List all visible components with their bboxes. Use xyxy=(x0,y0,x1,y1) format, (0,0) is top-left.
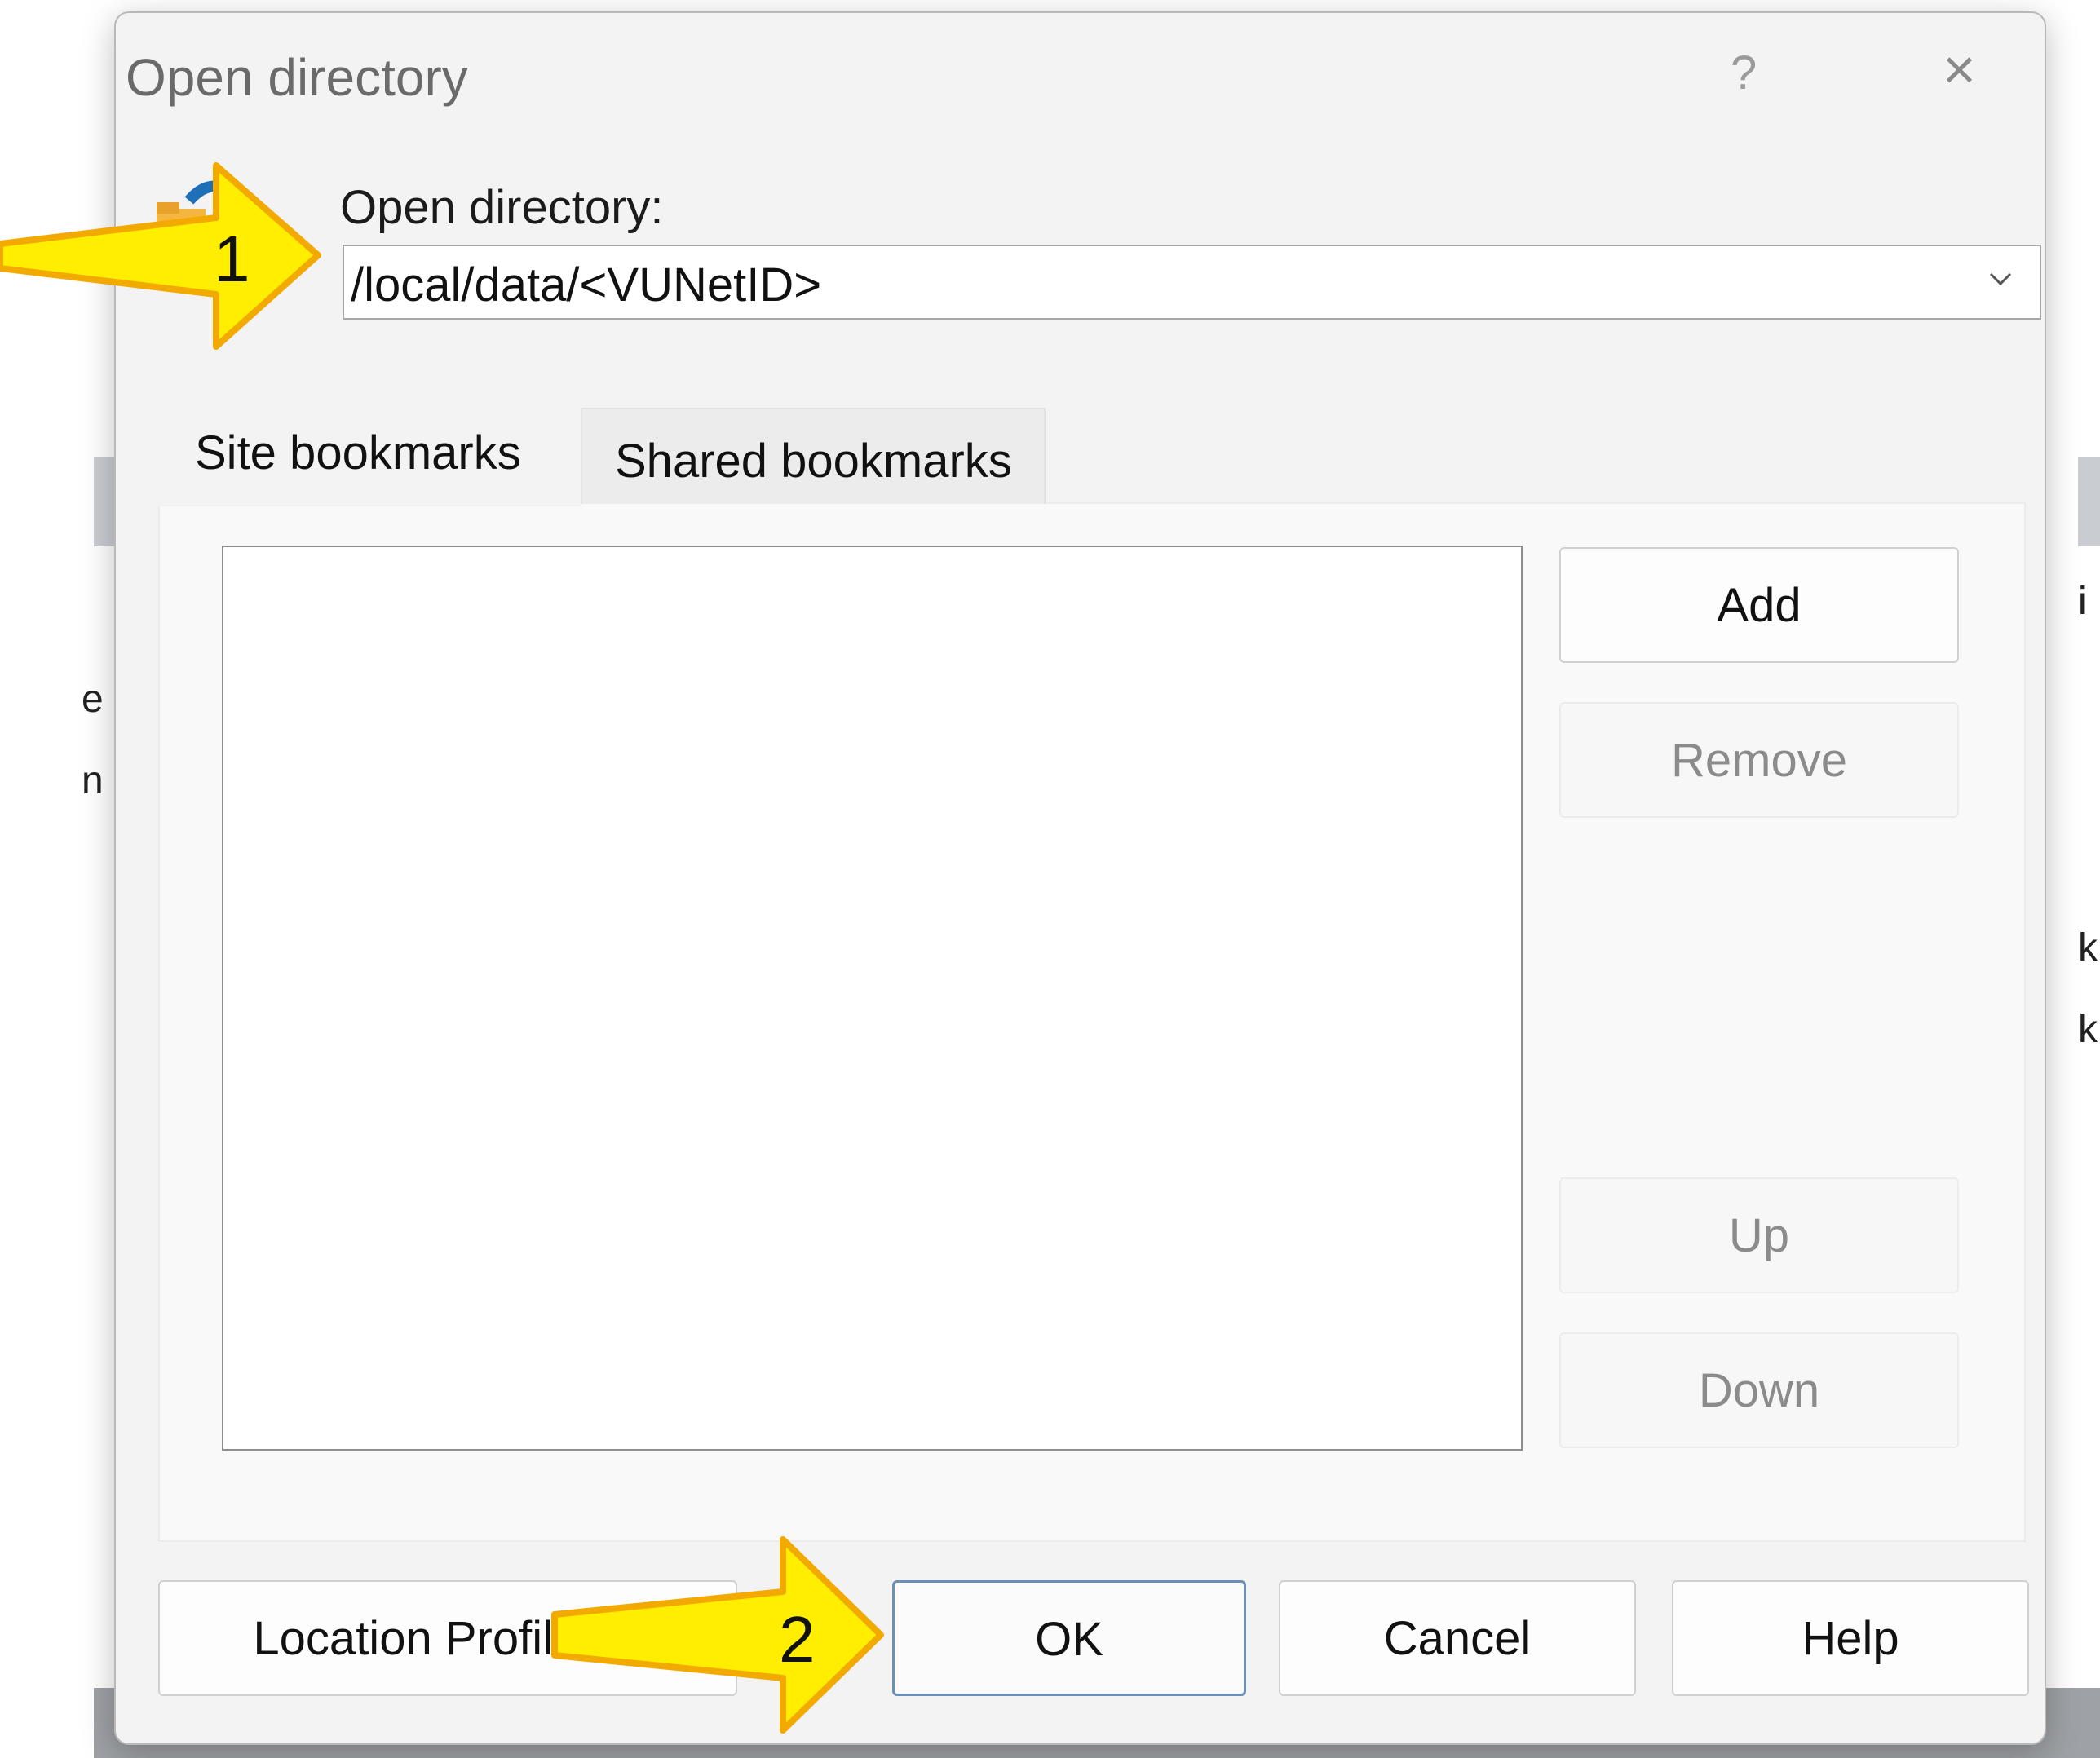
up-button[interactable]: Up xyxy=(1559,1177,1959,1293)
tab-shared-bookmarks[interactable]: Shared bookmarks xyxy=(581,408,1046,504)
help-button[interactable]: Help xyxy=(1672,1580,2029,1696)
tab-site-bookmarks[interactable]: Site bookmarks xyxy=(158,396,581,506)
annotation-label-2: 2 xyxy=(779,1603,816,1676)
bookmark-list[interactable] xyxy=(222,546,1523,1451)
background-text-fragment: k xyxy=(2078,926,2098,970)
help-icon[interactable]: ? xyxy=(1731,46,1757,100)
background-selection-bar-right xyxy=(2078,457,2100,546)
annotation-arrow-1 xyxy=(0,162,321,350)
background-text-fragment: n xyxy=(82,759,104,802)
chevron-down-icon[interactable] xyxy=(1984,263,2017,295)
background-text-fragment: i xyxy=(2078,580,2087,623)
dialog-title: Open directory xyxy=(126,48,468,107)
directory-label: Open directory: xyxy=(340,181,664,234)
open-directory-dialog: Open directory ? × Open directory: /loca… xyxy=(114,11,2046,1745)
cancel-button[interactable]: Cancel xyxy=(1279,1580,1636,1696)
close-icon[interactable]: × xyxy=(1943,41,1976,98)
down-button[interactable]: Down xyxy=(1559,1332,1959,1448)
background-text-fragment: e xyxy=(82,678,104,721)
annotation-arrow-2 xyxy=(551,1536,884,1734)
remove-button[interactable]: Remove xyxy=(1559,702,1959,818)
directory-input[interactable]: /local/data/<VUNetID> xyxy=(351,258,821,312)
add-button[interactable]: Add xyxy=(1559,547,1959,663)
directory-combobox[interactable]: /local/data/<VUNetID> xyxy=(343,245,2041,320)
annotation-label-1: 1 xyxy=(214,223,250,295)
ok-button[interactable]: OK xyxy=(892,1580,1246,1696)
background-text-fragment: k xyxy=(2078,1008,2098,1051)
